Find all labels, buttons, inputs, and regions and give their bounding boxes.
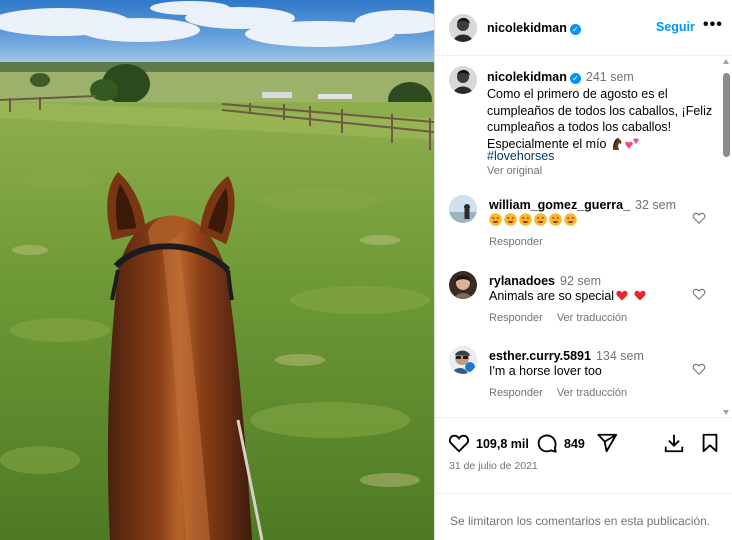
reply-button[interactable]: Responder: [489, 387, 543, 399]
comment-time[interactable]: 134 sem: [596, 349, 644, 363]
post-action-bar: 109,8 mil 849 31 de julio de 2021 Se lim…: [435, 417, 732, 528]
see-translation-link[interactable]: Ver traducción: [557, 312, 627, 324]
comment-text: [489, 213, 579, 227]
heart-eyes-emoji-icon: [564, 213, 577, 226]
save-bookmark-icon[interactable]: [699, 432, 721, 454]
comment-username[interactable]: william_gomez_guerra_: [489, 198, 630, 212]
caption-username[interactable]: nicolekidman: [487, 70, 567, 84]
reply-button[interactable]: Responder: [489, 312, 543, 324]
see-original-link[interactable]: Ver original: [487, 165, 542, 177]
author-username[interactable]: nicolekidman ✓: [487, 21, 581, 35]
two-hearts-emoji-icon: [624, 137, 639, 149]
comment-text: Animals are so special: [489, 289, 646, 303]
caption-hashtag[interactable]: #lovehorses: [487, 149, 554, 163]
share-paper-plane-icon[interactable]: [596, 432, 618, 454]
post-photo[interactable]: [0, 0, 434, 540]
like-count[interactable]: 109,8 mil: [476, 437, 529, 451]
heart-eyes-emoji-icon: [549, 213, 562, 226]
comments-scrollbar[interactable]: [722, 57, 731, 417]
scroll-up-arrow-icon[interactable]: [723, 59, 729, 64]
follow-button[interactable]: Seguir: [656, 20, 695, 34]
author-username-text[interactable]: nicolekidman: [487, 21, 567, 35]
caption-text: Como el primero de agosto es el cumpleañ…: [487, 87, 713, 151]
comment-text-content: Animals are so special: [489, 289, 615, 303]
comment-bubble-icon[interactable]: [536, 432, 558, 454]
heart-eyes-emoji-icon: [504, 213, 517, 226]
heart-eyes-emoji-icon: [489, 213, 502, 226]
download-icon[interactable]: [663, 432, 685, 454]
commenter-avatar[interactable]: [449, 195, 477, 223]
comment-like-heart-icon[interactable]: [692, 287, 706, 301]
author-avatar[interactable]: [449, 14, 477, 42]
comment-time[interactable]: 92 sem: [560, 274, 601, 288]
post-date[interactable]: 31 de julio de 2021: [449, 460, 538, 472]
more-options-icon[interactable]: •••: [703, 16, 723, 34]
instagram-post-view: nicolekidman ✓ Seguir ••• nicolekidman ✓ 24…: [0, 0, 732, 540]
comment-actions: Responder Ver traducción: [489, 387, 641, 399]
comment-actions: Responder Ver traducción: [489, 312, 641, 324]
horse-pasture-image: [0, 0, 434, 540]
comment-header: esther.curry.5891 134 sem: [489, 349, 644, 363]
commenter-avatar[interactable]: [449, 346, 477, 374]
verified-badge-icon: ✓: [569, 24, 581, 35]
comments-limited-text: Se limitaron los comentarios en esta pub…: [450, 514, 711, 528]
commenter-avatar[interactable]: [449, 271, 477, 299]
comment-username[interactable]: rylanadoes: [489, 274, 555, 288]
verified-badge-icon: ✓: [569, 73, 581, 84]
comment-like-heart-icon[interactable]: [692, 362, 706, 376]
comment-time[interactable]: 32 sem: [635, 198, 676, 212]
comment-text: I'm a horse lover too: [489, 364, 602, 378]
heart-eyes-emoji-icon: [534, 213, 547, 226]
comment-username[interactable]: esther.curry.5891: [489, 349, 591, 363]
post-header: nicolekidman ✓ Seguir •••: [435, 0, 732, 56]
like-heart-icon[interactable]: [448, 432, 470, 454]
comment-item: esther.curry.5891 134 sem I'm a horse lov…: [435, 346, 721, 412]
red-heart-emoji-icon: [633, 290, 646, 301]
comment-actions: Responder: [489, 236, 557, 248]
caption-avatar[interactable]: [449, 66, 477, 94]
scrollbar-thumb[interactable]: [723, 73, 730, 157]
post-side-panel: nicolekidman ✓ Seguir ••• nicolekidman ✓ 24…: [434, 0, 732, 540]
comment-item: rylanadoes 92 sem Animals are so special …: [435, 271, 721, 337]
scroll-down-arrow-icon[interactable]: [723, 410, 729, 415]
comments-limited-notice: Se limitaron los comentarios en esta pub…: [435, 493, 732, 540]
horse-emoji-icon: [612, 136, 621, 150]
caption-time[interactable]: 241 sem: [586, 70, 634, 84]
comment-item: william_gomez_guerra_ 32 sem Responder: [435, 195, 721, 261]
comments-list[interactable]: nicolekidman ✓ 241 sem Como el primero de …: [435, 57, 732, 417]
see-translation-link[interactable]: Ver traducción: [557, 387, 627, 399]
comment-count[interactable]: 849: [564, 437, 585, 451]
comment-header: rylanadoes 92 sem: [489, 274, 601, 288]
caption-text-block: Como el primero de agosto es el cumpleañ…: [487, 86, 723, 152]
comment-header: william_gomez_guerra_ 32 sem: [489, 198, 676, 212]
heart-eyes-emoji-icon: [519, 213, 532, 226]
reply-button[interactable]: Responder: [489, 236, 543, 248]
red-heart-emoji-icon: [616, 290, 628, 301]
comment-like-heart-icon[interactable]: [692, 211, 706, 225]
caption-header: nicolekidman ✓ 241 sem: [487, 70, 634, 84]
